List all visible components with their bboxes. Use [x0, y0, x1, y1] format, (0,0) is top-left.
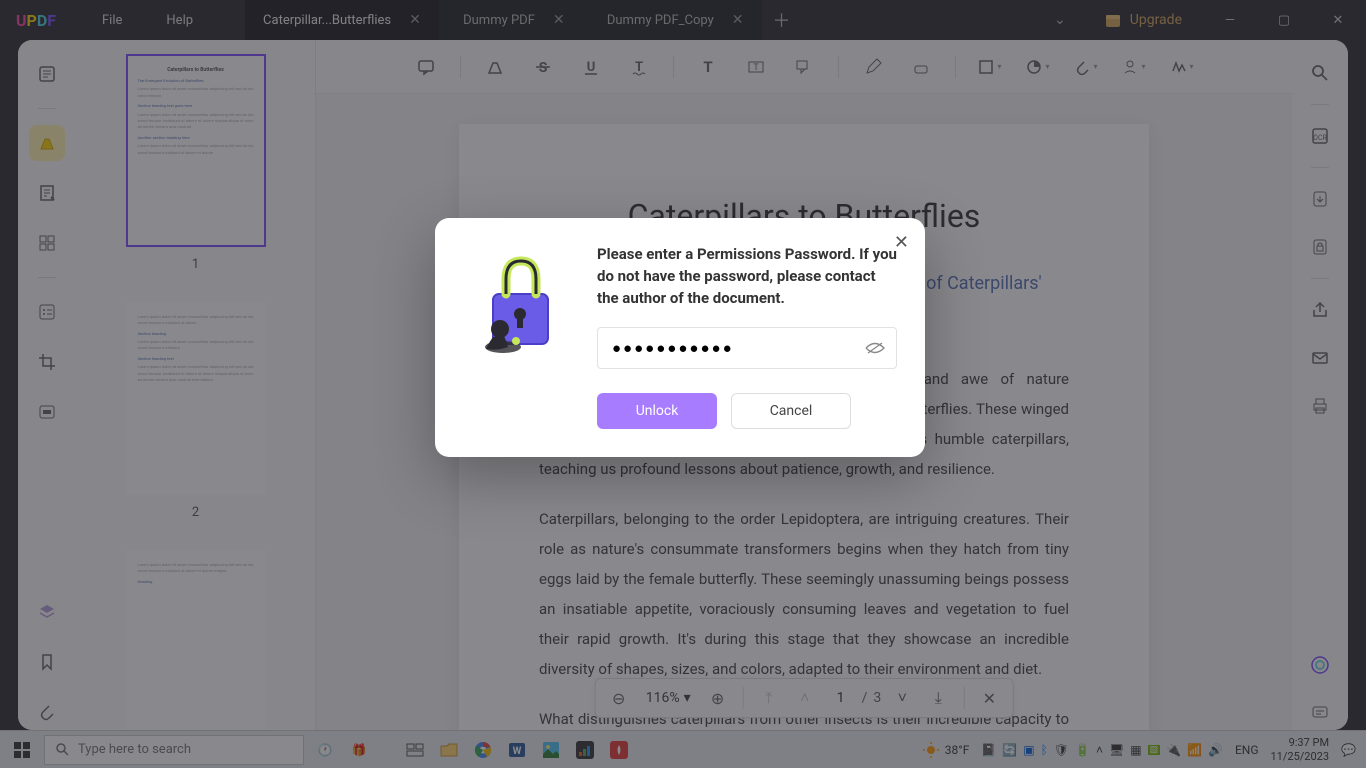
password-input[interactable] — [597, 327, 897, 369]
modal-close-button[interactable]: ✕ — [894, 232, 909, 253]
unlock-button[interactable]: Unlock — [597, 393, 717, 429]
permissions-password-modal: ✕ Please enter a Permissions Password. I… — [435, 218, 925, 457]
modal-message: Please enter a Permissions Password. If … — [597, 244, 897, 309]
eye-icon[interactable] — [865, 341, 885, 355]
lock-illustration — [463, 244, 573, 364]
cancel-button[interactable]: Cancel — [731, 393, 851, 429]
